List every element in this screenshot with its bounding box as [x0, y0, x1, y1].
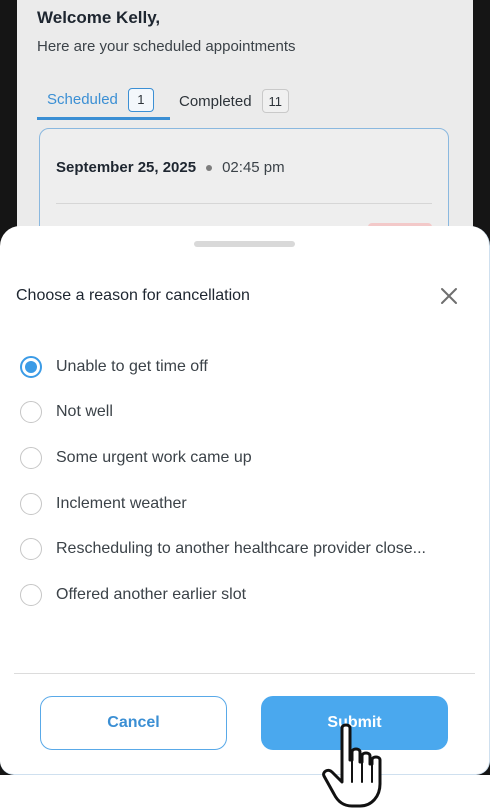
radio-unselected[interactable] — [20, 446, 42, 469]
radio-selected[interactable] — [20, 355, 42, 378]
tab-completed-count: 11 — [261, 89, 290, 113]
appointment-datetime: September 25, 2025 02:45 pm — [56, 159, 285, 176]
reason-label: Some urgent work came up — [56, 448, 252, 466]
tab-completed-label: Completed — [179, 92, 252, 110]
hand-pointer-icon — [322, 723, 382, 808]
tab-scheduled[interactable]: Scheduled 1 — [37, 82, 170, 120]
reason-option[interactable]: Not well — [20, 390, 480, 436]
card-divider — [56, 203, 432, 204]
close-icon[interactable] — [438, 285, 460, 307]
radio-unselected[interactable] — [20, 538, 42, 561]
reason-option[interactable]: Offered another earlier slot — [20, 572, 480, 618]
reason-label: Unable to get time off — [56, 357, 208, 375]
tab-scheduled-count: 1 — [127, 87, 154, 112]
reason-option[interactable]: Unable to get time off — [20, 344, 480, 390]
appointment-tabs: Scheduled 1 Completed 11 — [37, 82, 453, 120]
reason-options: Unable to get time off Not well Some urg… — [20, 344, 480, 618]
radio-unselected[interactable] — [20, 492, 42, 515]
reason-option[interactable]: Inclement weather — [20, 481, 480, 527]
reason-option[interactable]: Some urgent work came up — [20, 435, 480, 481]
sheet-title: Choose a reason for cancellation — [16, 287, 250, 304]
reason-label: Inclement weather — [56, 494, 187, 512]
tab-scheduled-label: Scheduled — [47, 91, 118, 108]
separator-dot — [206, 164, 213, 171]
radio-unselected[interactable] — [20, 401, 42, 424]
page-subtitle: Here are your scheduled appointments — [37, 38, 296, 55]
sheet-drag-handle[interactable] — [194, 241, 295, 247]
reason-label: Offered another earlier slot — [56, 585, 247, 603]
welcome-heading: Welcome Kelly, — [37, 8, 161, 27]
reason-option[interactable]: Rescheduling to another healthcare provi… — [20, 526, 480, 572]
cancellation-bottom-sheet: Choose a reason for cancellation Unable … — [0, 226, 490, 775]
radio-unselected[interactable] — [20, 583, 42, 606]
tab-completed[interactable]: Completed 11 — [179, 82, 290, 120]
sheet-divider — [14, 673, 475, 674]
appointment-time: 02:45 pm — [222, 159, 285, 176]
reason-label: Not well — [56, 403, 113, 421]
cancel-button[interactable]: Cancel — [40, 696, 227, 750]
appointment-date: September 25, 2025 — [56, 159, 197, 176]
reason-label: Rescheduling to another healthcare provi… — [56, 540, 426, 558]
